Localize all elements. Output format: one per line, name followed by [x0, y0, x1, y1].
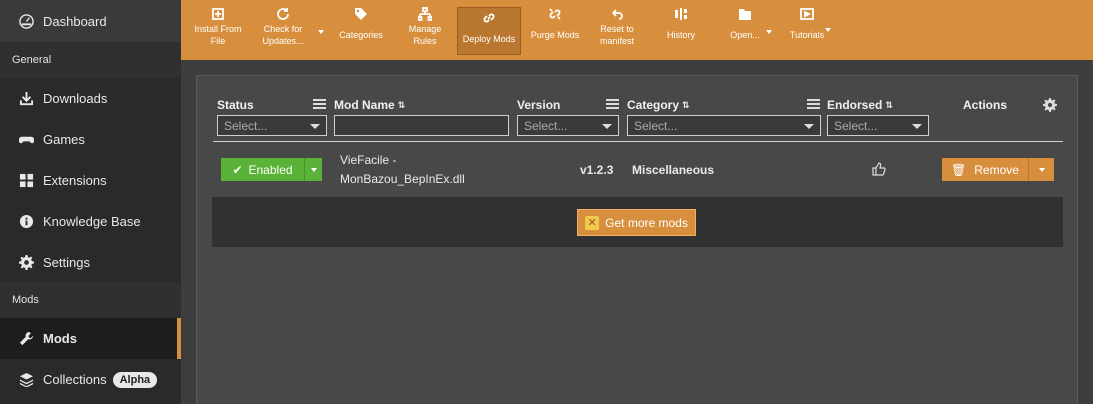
- table-settings-gear-icon[interactable]: [1043, 98, 1057, 112]
- sidebar-item-knowledge-base[interactable]: Knowledge Base: [0, 201, 181, 242]
- status-toggle-button[interactable]: ✔ Enabled: [221, 158, 322, 181]
- info-icon: [18, 214, 34, 230]
- endorsed-filter-select[interactable]: Select...: [827, 115, 929, 136]
- extensions-icon: [18, 173, 34, 189]
- purge-mods-button[interactable]: Purge Mods: [527, 7, 583, 55]
- chevron-down-icon: [602, 124, 612, 129]
- remove-dropdown-button[interactable]: [1028, 158, 1054, 181]
- chevron-down-icon: [1038, 167, 1045, 172]
- sidebar-item-label: Games: [43, 132, 85, 147]
- toolbar: Install From File Check for Updates... C…: [181, 0, 1093, 60]
- undo-icon: [612, 9, 623, 20]
- video-icon: [800, 8, 814, 20]
- sidebar-item-mods[interactable]: Mods: [0, 318, 181, 359]
- history-icon: [675, 8, 687, 20]
- history-button[interactable]: History: [657, 7, 705, 55]
- header-actions: Actions: [963, 98, 1008, 112]
- check-icon: ✔: [232, 162, 243, 177]
- header-version[interactable]: Version: [517, 98, 560, 112]
- reset-to-manifest-button[interactable]: Reset to manifest: [591, 7, 643, 55]
- sort-icon: ⇅: [397, 99, 406, 110]
- enabled-button[interactable]: ✔ Enabled: [221, 158, 304, 181]
- gear-icon: [18, 255, 34, 271]
- sort-icon: ⇅: [682, 99, 690, 110]
- unlink-icon: [549, 8, 561, 20]
- sidebar-item-label: Knowledge Base: [43, 214, 141, 229]
- deploy-mods-button[interactable]: Deploy Mods: [457, 7, 521, 55]
- mods-table-panel: Status Mod Name ⇅ Version Category ⇅ Endor…: [196, 75, 1078, 404]
- get-more-mods-button[interactable]: ✕ Get more mods: [577, 209, 696, 236]
- header-divider: [213, 141, 1063, 142]
- sidebar-item-label: Dashboard: [43, 13, 107, 29]
- mod-name-line1: VieFacile -: [340, 153, 397, 167]
- trash-icon: 🗑: [951, 162, 967, 177]
- status-dropdown-button[interactable]: [304, 158, 322, 181]
- refresh-icon: [277, 8, 289, 20]
- mod-version: v1.2.3: [580, 163, 614, 177]
- sidebar-item-downloads[interactable]: Downloads: [0, 78, 181, 119]
- tutorials-button[interactable]: Tutorials: [785, 7, 829, 55]
- chevron-down-icon: [310, 124, 320, 129]
- sidebar-item-label: Collections: [43, 372, 107, 387]
- chevron-down-icon: [310, 167, 317, 172]
- get-more-mods-bar: ✕ Get more mods: [212, 197, 1063, 247]
- wrench-icon: [18, 331, 34, 347]
- sidebar-item-label: Mods: [43, 331, 77, 346]
- tag-icon: [355, 8, 367, 20]
- sidebar-item-label: Extensions: [43, 173, 107, 188]
- sitemap-icon: [418, 7, 432, 21]
- categories-button[interactable]: Categories: [336, 7, 386, 55]
- sidebar-item-settings[interactable]: Settings: [0, 242, 181, 283]
- plus-square-icon: [212, 8, 224, 20]
- sidebar-section-mods: Mods: [0, 282, 181, 318]
- column-groups-icon[interactable]: [313, 99, 326, 110]
- sidebar-item-label: Settings: [43, 255, 90, 270]
- header-mod-name[interactable]: Mod Name ⇅: [334, 98, 405, 112]
- install-from-file-button[interactable]: Install From File: [191, 7, 245, 55]
- sidebar-item-extensions[interactable]: Extensions: [0, 160, 181, 201]
- open-button[interactable]: Open...: [725, 7, 765, 55]
- sidebar: Dashboard General Downloads Games Extens…: [0, 0, 181, 404]
- folder-icon: [739, 9, 751, 20]
- version-filter-select[interactable]: Select...: [517, 115, 619, 136]
- status-filter-select[interactable]: Select...: [217, 115, 327, 136]
- dashboard-icon: [18, 13, 34, 29]
- tutorials-dropdown-icon[interactable]: [825, 28, 831, 32]
- column-groups-icon[interactable]: [807, 99, 820, 110]
- column-groups-icon[interactable]: [606, 99, 619, 110]
- sidebar-item-games[interactable]: Games: [0, 119, 181, 160]
- mod-name-filter-input[interactable]: [334, 115, 509, 136]
- sidebar-section-general: General: [0, 42, 181, 78]
- link-icon: [483, 13, 495, 23]
- thumbs-up-icon[interactable]: [872, 162, 886, 176]
- remove-button[interactable]: 🗑 Remove: [942, 158, 1028, 181]
- sort-icon: ⇅: [885, 99, 893, 110]
- header-endorsed[interactable]: Endorsed ⇅: [827, 98, 893, 112]
- layers-icon: [18, 372, 34, 388]
- sidebar-item-label: Downloads: [43, 91, 108, 106]
- chevron-down-icon: [804, 124, 814, 129]
- chevron-down-icon: [912, 124, 922, 129]
- gamepad-icon: [18, 132, 34, 148]
- check-updates-dropdown-icon[interactable]: [318, 30, 324, 34]
- download-icon: [18, 91, 34, 107]
- manage-rules-button[interactable]: Manage Rules: [400, 7, 450, 55]
- mod-name-line2: MonBazou_BepInEx.dll: [340, 172, 465, 186]
- mod-category: Miscellaneous: [632, 163, 715, 177]
- open-dropdown-icon[interactable]: [766, 30, 772, 34]
- alpha-badge: Alpha: [112, 371, 158, 388]
- header-status[interactable]: Status: [217, 98, 254, 112]
- category-filter-select[interactable]: Select...: [627, 115, 821, 136]
- header-category[interactable]: Category ⇅: [627, 98, 690, 112]
- nexus-logo-icon: ✕: [585, 215, 600, 230]
- sidebar-item-collections[interactable]: Collections Alpha: [0, 359, 181, 400]
- check-for-updates-button[interactable]: Check for Updates...: [255, 7, 311, 55]
- sidebar-item-dashboard[interactable]: Dashboard: [0, 0, 181, 42]
- remove-button-group[interactable]: 🗑 Remove: [942, 158, 1054, 181]
